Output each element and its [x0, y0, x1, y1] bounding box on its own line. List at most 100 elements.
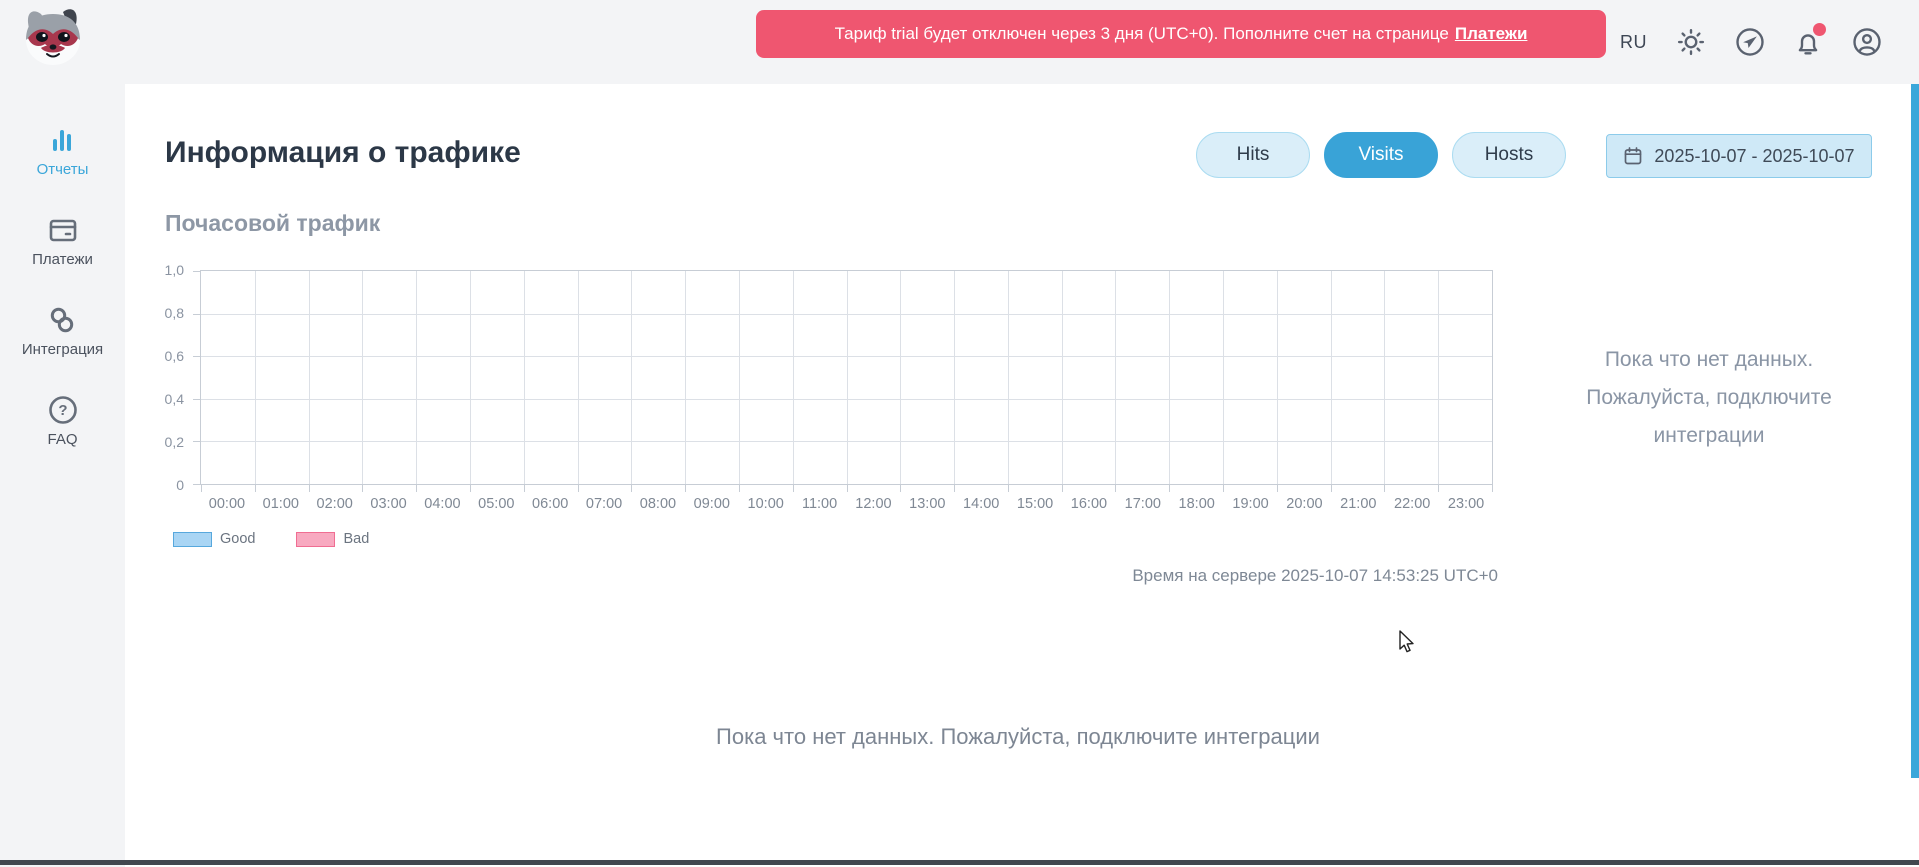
legend-swatch — [296, 532, 335, 547]
y-tick-label: 0,2 — [165, 434, 184, 450]
x-tick-label: 14:00 — [963, 496, 999, 512]
y-tick-label: 1,0 — [165, 262, 184, 278]
sidebar-item-integration[interactable]: Интеграция — [22, 304, 103, 358]
server-time: Время на сервере 2025-10-07 14:53:25 UTC… — [1100, 566, 1498, 586]
y-tick-label: 0,8 — [165, 305, 184, 321]
account-button[interactable] — [1852, 27, 1882, 57]
theme-toggle-button[interactable] — [1676, 27, 1706, 57]
x-tick-label: 03:00 — [370, 496, 406, 512]
x-tick-label: 17:00 — [1125, 496, 1161, 512]
v-gridline — [847, 271, 848, 484]
credit-card-icon — [47, 214, 79, 246]
x-tick-mark — [900, 484, 901, 492]
v-gridline — [524, 271, 525, 484]
bar-chart-icon — [46, 124, 78, 156]
notification-badge — [1813, 23, 1826, 36]
sidebar-item-label: Платежи — [32, 251, 93, 268]
x-tick-label: 11:00 — [802, 496, 837, 512]
legend-label-good: Good — [220, 531, 255, 547]
v-gridline — [1384, 271, 1385, 484]
language-switcher[interactable]: RU — [1620, 32, 1647, 53]
x-tick-mark — [793, 484, 794, 492]
chart-plot — [200, 270, 1493, 485]
sidebar-item-faq[interactable]: ? FAQ — [47, 394, 79, 448]
v-gridline — [631, 271, 632, 484]
traffic-view-tabs: Hits Visits Hosts — [1196, 132, 1566, 178]
y-tick-mark — [193, 356, 201, 357]
x-tick-label: 04:00 — [424, 496, 460, 512]
x-tick-label: 20:00 — [1286, 496, 1322, 512]
v-gridline — [416, 271, 417, 484]
x-tick-label: 13:00 — [909, 496, 945, 512]
v-gridline — [739, 271, 740, 484]
question-circle-icon: ? — [47, 394, 79, 426]
x-tick-mark — [524, 484, 525, 492]
y-tick-mark — [193, 399, 201, 400]
y-tick-label: 0,4 — [165, 391, 184, 407]
x-tick-mark — [847, 484, 848, 492]
chart-y-axis: 1,00,80,60,40,20 — [140, 270, 194, 485]
x-tick-mark — [1062, 484, 1063, 492]
link-icon — [46, 304, 78, 336]
app-window: Тариф trial будет отключен через 3 дня (… — [0, 0, 1919, 867]
chart-empty-line: Пожалуйста, подключите — [1523, 379, 1895, 417]
x-tick-mark — [1438, 484, 1439, 492]
sidebar-item-reports[interactable]: Отчеты — [37, 124, 89, 178]
notifications-button[interactable] — [1793, 27, 1823, 57]
x-tick-mark — [1492, 484, 1493, 492]
x-tick-label: 10:00 — [748, 496, 784, 512]
x-tick-mark — [416, 484, 417, 492]
x-tick-mark — [739, 484, 740, 492]
tab-hits[interactable]: Hits — [1196, 132, 1310, 178]
date-range-value: 2025-10-07 - 2025-10-07 — [1654, 146, 1854, 167]
v-gridline — [1008, 271, 1009, 484]
tab-visits[interactable]: Visits — [1324, 132, 1438, 178]
v-gridline — [954, 271, 955, 484]
date-range-picker[interactable]: 2025-10-07 - 2025-10-07 — [1606, 134, 1872, 178]
telegram-button[interactable] — [1735, 27, 1765, 57]
header-icon-group: RU — [1620, 0, 1882, 84]
x-tick-label: 23:00 — [1448, 496, 1484, 512]
x-tick-mark — [1277, 484, 1278, 492]
x-tick-label: 07:00 — [586, 496, 622, 512]
sidebar-item-label: FAQ — [47, 431, 77, 448]
x-tick-label: 18:00 — [1179, 496, 1215, 512]
legend-label-bad: Bad — [343, 531, 369, 547]
trial-warning-banner: Тариф trial будет отключен через 3 дня (… — [756, 10, 1606, 58]
x-tick-mark — [1331, 484, 1332, 492]
x-tick-label: 21:00 — [1340, 496, 1376, 512]
x-tick-mark — [685, 484, 686, 492]
y-tick-mark — [193, 441, 201, 442]
chart-legend: Good Bad — [173, 531, 402, 547]
window-bottom-edge — [0, 860, 1919, 865]
v-gridline — [1438, 271, 1439, 484]
sidebar-item-label: Отчеты — [37, 161, 89, 178]
y-tick-label: 0,6 — [165, 348, 184, 364]
x-tick-mark — [201, 484, 202, 492]
chart-empty-line: интеграции — [1523, 417, 1895, 455]
x-tick-mark — [255, 484, 256, 492]
page-title: Информация о трафике — [165, 136, 521, 170]
telegram-icon — [1735, 27, 1765, 57]
tab-hosts[interactable]: Hosts — [1452, 132, 1566, 178]
page-empty-message: Пока что нет данных. Пожалуйста, подключ… — [125, 724, 1911, 750]
v-gridline — [362, 271, 363, 484]
vertical-scrollbar-thumb[interactable] — [1911, 84, 1919, 778]
x-tick-mark — [954, 484, 955, 492]
x-tick-mark — [362, 484, 363, 492]
v-gridline — [685, 271, 686, 484]
x-tick-mark — [1384, 484, 1385, 492]
mouse-cursor — [1396, 630, 1418, 654]
y-tick-mark — [193, 314, 201, 315]
sidebar-item-payments[interactable]: Платежи — [32, 214, 93, 268]
legend-swatch — [173, 532, 212, 547]
y-tick-mark — [193, 271, 201, 272]
payments-link[interactable]: Платежи — [1455, 24, 1528, 44]
x-tick-label: 22:00 — [1394, 496, 1430, 512]
chart-section-title: Почасовой трафик — [165, 210, 380, 237]
v-gridline — [255, 271, 256, 484]
y-tick-mark — [193, 484, 201, 485]
chart-empty-line: Пока что нет данных. — [1523, 341, 1895, 379]
x-tick-label: 06:00 — [532, 496, 568, 512]
v-gridline — [470, 271, 471, 484]
